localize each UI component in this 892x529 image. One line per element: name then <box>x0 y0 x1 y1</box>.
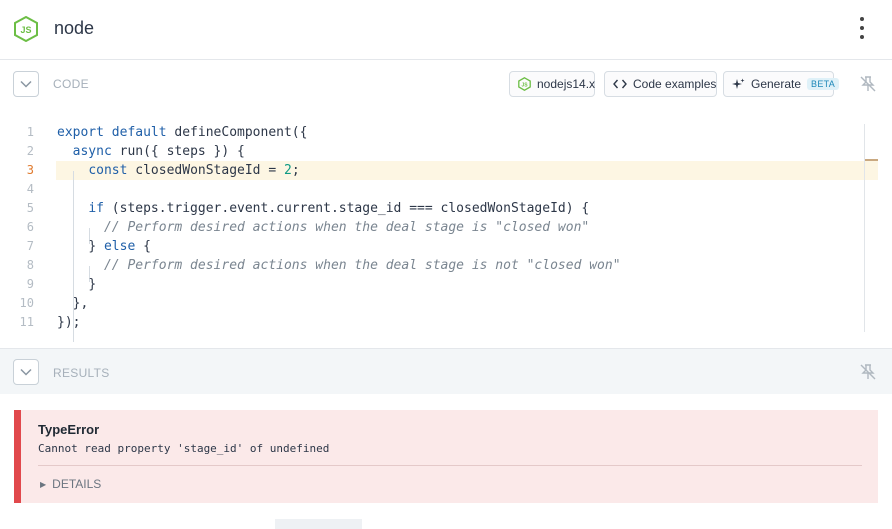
code-section-bar: CODE JS nodejs14.x Code examples Generat… <box>0 61 892 107</box>
code-collapse-button[interactable] <box>13 71 39 97</box>
step-header: JS node <box>0 0 892 60</box>
svg-text:JS: JS <box>20 25 31 35</box>
code-line: async run({ steps }) { <box>72 144 245 159</box>
generate-button[interactable]: Generate BETA <box>723 71 840 97</box>
line-number-gutter: 1 2 3 4 5 6 7 8 9 10 11 <box>0 123 40 332</box>
code-examples-button[interactable]: Code examples <box>604 71 717 97</box>
line-number: 6 <box>26 220 34 234</box>
chevron-down-icon <box>20 368 32 376</box>
line-number: 5 <box>26 201 34 215</box>
divider <box>38 465 862 466</box>
line-number: 8 <box>26 258 34 272</box>
bottom-partial-element <box>275 519 362 529</box>
error-card: TypeError Cannot read property 'stage_id… <box>14 410 878 503</box>
code-editor[interactable]: 1 2 3 4 5 6 7 8 9 10 11 export default d… <box>0 107 892 348</box>
runtime-button[interactable]: JS nodejs14.x <box>509 71 595 97</box>
code-brackets-icon <box>613 79 627 89</box>
code-section-label: CODE <box>53 77 89 91</box>
chevron-down-icon <box>20 80 32 88</box>
results-section-label: RESULTS <box>53 366 110 380</box>
code-line: const closedWonStageId = 2; <box>88 163 300 178</box>
code-line: export default defineComponent({ <box>57 125 308 140</box>
line-number: 4 <box>26 182 34 196</box>
line-number: 1 <box>26 125 34 139</box>
code-content[interactable]: export default defineComponent({ async r… <box>57 123 877 332</box>
step-title[interactable]: node <box>54 18 94 39</box>
nodejs-small-icon: JS <box>518 77 531 91</box>
generate-label: Generate <box>751 77 802 91</box>
results-section-bar: RESULTS <box>0 348 892 394</box>
code-line: // Perform desired actions when the deal… <box>103 258 621 273</box>
code-line: }); <box>57 315 81 330</box>
sparkle-icon <box>732 78 745 91</box>
code-examples-label: Code examples <box>633 77 717 91</box>
error-title: TypeError <box>38 422 100 437</box>
details-toggle[interactable]: ▶ DETAILS <box>40 477 101 491</box>
editor-scrollbar[interactable] <box>864 124 878 332</box>
code-line: }, <box>72 296 89 311</box>
beta-badge: BETA <box>807 78 840 90</box>
scrollbar-cursor-marker <box>865 159 878 161</box>
results-collapse-button[interactable] <box>13 359 39 385</box>
line-number-active: 3 <box>26 163 34 177</box>
code-line: } else { <box>88 239 151 254</box>
nodejs-icon: JS <box>14 16 38 42</box>
code-line: if (steps.trigger.event.current.stage_id… <box>88 201 590 216</box>
code-line: } <box>88 277 97 292</box>
code-line: // Perform desired actions when the deal… <box>103 220 590 235</box>
unpin-icon[interactable] <box>858 74 878 94</box>
unpin-icon[interactable] <box>858 362 878 382</box>
kebab-menu-icon[interactable] <box>855 17 869 39</box>
line-number: 11 <box>19 315 34 329</box>
details-label: DETAILS <box>52 477 102 491</box>
runtime-label: nodejs14.x <box>537 77 596 91</box>
line-number: 7 <box>26 239 34 253</box>
line-number: 10 <box>19 296 34 310</box>
node-step-panel: JS node CODE JS nodejs14.x Code examples <box>0 0 892 529</box>
line-number: 9 <box>26 277 34 291</box>
triangle-right-icon: ▶ <box>40 479 47 489</box>
line-number: 2 <box>26 144 34 158</box>
svg-text:JS: JS <box>521 83 528 89</box>
error-message: Cannot read property 'stage_id' of undef… <box>38 442 330 455</box>
